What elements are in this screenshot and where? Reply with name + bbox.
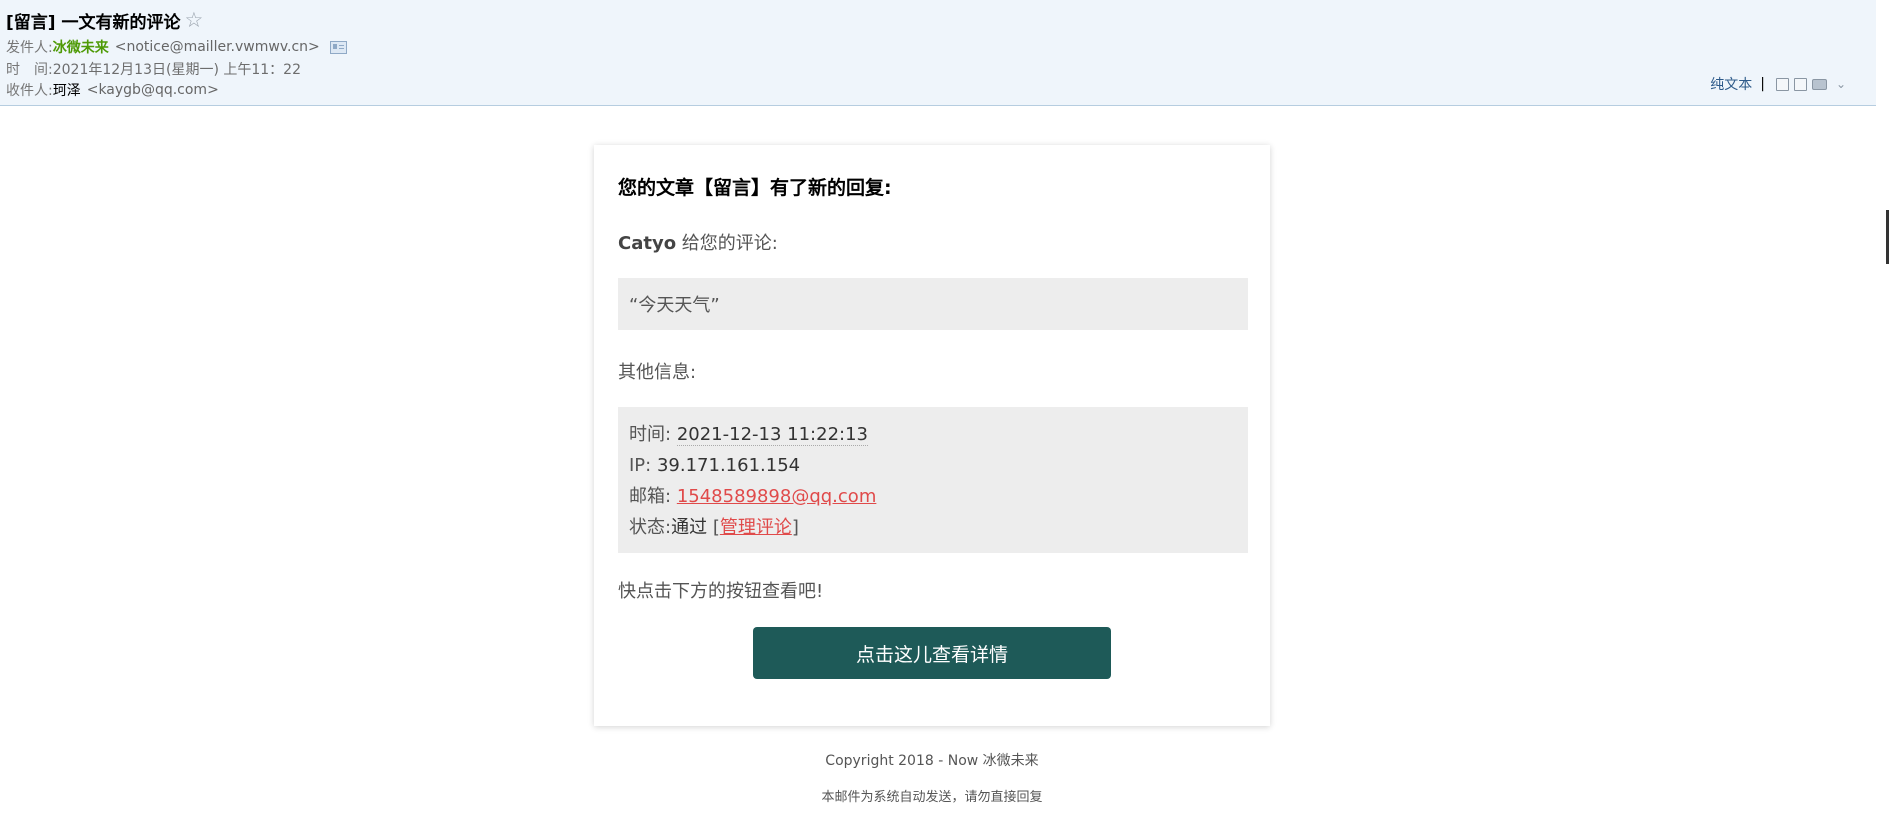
footer-notice: 本邮件为系统自动发送，请勿直接回复 <box>821 790 1043 805</box>
from-row: 发件人: 冰微未来 <notice@mailler.vwmwv.cn> <box>6 37 347 57</box>
sender-name[interactable]: 冰微未来 <box>53 37 109 57</box>
commenter-suffix: 给您的评论: <box>676 233 778 254</box>
other-info-title: 其他信息: <box>618 362 697 383</box>
contact-card-icon[interactable] <box>329 40 347 54</box>
info-ip-value: 39.171.161.154 <box>656 455 801 476</box>
plain-text-link[interactable]: 纯文本 <box>1710 74 1752 94</box>
info-email-label: 邮箱: <box>629 486 672 507</box>
commenter-line: Catyo 给您的评论: <box>618 229 778 255</box>
manage-comment-link[interactable]: 管理评论 <box>720 517 792 538</box>
recipient-address: <kaygb@qq.com> <box>86 82 219 98</box>
notification-card: 您的文章【留言】有了新的回复: Catyo 给您的评论: “今天天气” 其他信息… <box>594 145 1270 726</box>
mail-tools: 纯文本 | ⌄ <box>1710 74 1846 94</box>
card-title: 您的文章【留言】有了新的回复: <box>618 177 892 199</box>
comment-quote: “今天天气” <box>629 295 720 316</box>
mail-header: [留言] 一文有新的评论 ☆ 发件人: 冰微未来 <notice@mailler… <box>0 0 1876 106</box>
print-icon[interactable] <box>1811 78 1827 90</box>
info-time-line: 时间: 2021-12-13 11:22:13 <box>629 419 1237 450</box>
mail-subject: [留言] 一文有新的评论 <box>6 13 181 33</box>
info-time-value: 2021-12-13 11:22:13 <box>676 424 868 446</box>
hint-text: 快点击下方的按钮查看吧! <box>618 581 824 602</box>
to-label: 收件人: <box>6 83 53 99</box>
recipient-name[interactable]: 珂泽 <box>53 80 81 100</box>
sender-address: <notice@mailler.vwmwv.cn> <box>114 39 320 55</box>
info-email-line: 邮箱: 1548589898@qq.com <box>629 481 1237 512</box>
tools-separator: | <box>1760 76 1765 92</box>
note-icon[interactable] <box>1775 77 1789 91</box>
bracket-close: ] <box>791 517 799 538</box>
info-status-label: 状态: <box>629 517 672 538</box>
info-time-label: 时间: <box>629 424 672 445</box>
comment-quote-box: “今天天气” <box>618 278 1248 330</box>
info-status-value: 通过 <box>671 517 713 538</box>
info-status-line: 状态:通过 [管理评论] <box>629 512 1237 543</box>
view-details-button[interactable]: 点击这儿查看详情 <box>753 627 1111 679</box>
bracket-open: [ <box>712 517 720 538</box>
time-row: 时 间: 2021年12月13日(星期一) 上午11：22 <box>6 59 301 79</box>
info-ip-line: IP: 39.171.161.154 <box>629 450 1237 481</box>
info-email-link[interactable]: 1548589898@qq.com <box>677 486 877 507</box>
save-icon[interactable] <box>1793 77 1807 91</box>
to-row: 收件人: 珂泽 <kaygb@qq.com> <box>6 80 219 100</box>
time-value: 2021年12月13日(星期一) 上午11：22 <box>52 62 301 78</box>
from-label: 发件人: <box>6 40 53 56</box>
time-label: 时 间: <box>6 62 53 78</box>
subject-row: [留言] 一文有新的评论 ☆ <box>6 8 203 34</box>
info-box: 时间: 2021-12-13 11:22:13 IP: 39.171.161.1… <box>618 407 1248 553</box>
info-ip-label: IP: <box>629 455 652 476</box>
star-icon[interactable]: ☆ <box>184 10 203 31</box>
footer-copyright: Copyright 2018 - Now 冰微未来 <box>825 753 1039 769</box>
chevron-down-icon[interactable]: ⌄ <box>1836 77 1846 91</box>
commenter-name: Catyo <box>618 233 677 254</box>
